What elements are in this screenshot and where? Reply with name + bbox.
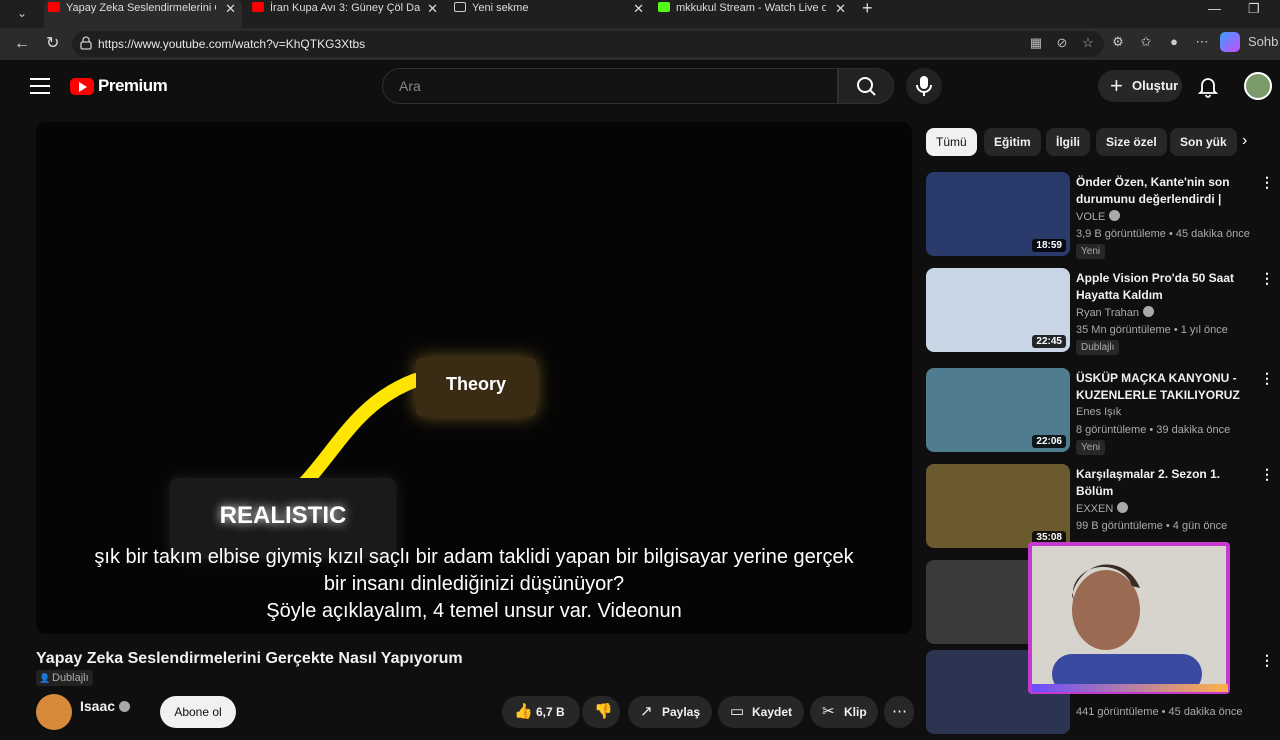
menu-icon[interactable]	[30, 78, 50, 94]
verified-icon	[1117, 502, 1129, 513]
scissors-icon: ✂	[822, 703, 835, 720]
url-field[interactable]: https://www.youtube.com/watch?v=KhQTKG3X…	[72, 31, 1104, 57]
verified-icon	[1142, 306, 1154, 317]
video-thumbnail[interactable]: 22:45	[926, 268, 1070, 352]
close-icon[interactable]: ✕	[225, 0, 236, 17]
save-button[interactable]: ▭ Kaydet	[718, 696, 804, 728]
create-button[interactable]: + Oluştur	[1098, 70, 1182, 102]
more-actions-button[interactable]: ⋯	[884, 696, 914, 728]
tab-list-chevron-icon[interactable]: ⌄	[10, 2, 34, 24]
chip-education[interactable]: Eğitim	[984, 128, 1041, 156]
video-player[interactable]: Theory REALISTIC şık bir takım elbise gi…	[36, 122, 912, 634]
youtube-icon	[48, 2, 60, 12]
tab-kick-stream[interactable]: mkkukul Stream - Watch Live on K ✕	[654, 0, 852, 28]
favorites-icon[interactable]: ✩	[1136, 32, 1156, 52]
new-tab-button[interactable]: +	[862, 0, 873, 17]
minimize-icon[interactable]: —	[1208, 0, 1221, 17]
webcam-bar	[1032, 684, 1228, 692]
plus-icon: +	[1110, 73, 1123, 98]
video-thumbnail[interactable]: 35:08	[926, 464, 1070, 548]
rec-channel[interactable]: EXXEN	[1076, 502, 1129, 515]
bookmark-icon: ▭	[730, 703, 745, 720]
lock-icon	[80, 36, 92, 50]
subtitles: şık bir takım elbise giymiş kızıl saçlı …	[94, 546, 854, 622]
channel-name[interactable]: Isaac	[80, 698, 131, 714]
more-vertical-icon[interactable]: ⋮	[1260, 174, 1274, 191]
share-icon: ↗	[640, 703, 653, 720]
copilot-label[interactable]: Sohb	[1248, 32, 1278, 52]
more-vertical-icon[interactable]: ⋮	[1260, 466, 1274, 483]
clip-button[interactable]: ✂ Klip	[810, 696, 878, 728]
dubbed-badge: Dublajlı	[1076, 340, 1120, 355]
streamer-silhouette	[1052, 564, 1202, 690]
tab-iran-kupa[interactable]: İran Kupa Avı 3: Güney Çöl Dağ Ke ✕	[248, 0, 444, 28]
tab-new-tab[interactable]: Yeni sekme ✕	[450, 0, 650, 28]
new-badge: Yeni	[1076, 244, 1106, 259]
recommendation-item[interactable]: 35:08 Karşılaşmalar 2. Sezon 1. Bölüm EX…	[926, 464, 1280, 554]
youtube-logo[interactable]: Premium	[70, 76, 168, 96]
filter-chips: Tümü Eğitim İlgili Size özel Son yük	[926, 128, 1256, 158]
verified-icon	[1109, 210, 1121, 221]
rec-channel[interactable]: Ryan Trahan	[1076, 306, 1154, 319]
close-icon[interactable]: ✕	[633, 0, 644, 17]
copilot-icon[interactable]	[1220, 32, 1240, 52]
thumbs-down-icon: 👎	[594, 703, 613, 720]
account-avatar[interactable]	[1244, 72, 1272, 100]
extension-icon[interactable]: ⚙	[1108, 32, 1128, 52]
channel-avatar[interactable]	[36, 694, 72, 730]
dubbed-badge: Dublajlı	[36, 670, 93, 686]
like-button[interactable]: 👍 6,7 B	[502, 696, 580, 728]
voice-search-button[interactable]	[906, 68, 942, 104]
browser-tab-strip: ⌄ Yapay Zeka Seslendirmelerini Gerç ✕ İr…	[0, 0, 1280, 28]
video-thumbnail[interactable]: 22:06	[926, 368, 1070, 452]
theory-node: Theory	[416, 358, 536, 416]
more-vertical-icon[interactable]: ⋮	[1260, 652, 1274, 669]
more-vertical-icon[interactable]: ⋮	[1260, 270, 1274, 287]
video-title: Yapay Zeka Seslendirmelerini Gerçekte Na…	[36, 650, 463, 667]
more-vertical-icon[interactable]: ⋮	[1260, 370, 1274, 387]
new-badge: Yeni	[1076, 440, 1106, 455]
connector-curve	[296, 373, 423, 492]
chip-related[interactable]: İlgili	[1046, 128, 1090, 156]
favorite-star-icon[interactable]: ☆	[1080, 35, 1096, 51]
video-thumbnail[interactable]: 18:59	[926, 172, 1070, 256]
webcam-overlay	[1028, 542, 1230, 694]
recommendation-item[interactable]: 18:59 Önder Özen, Kante'nin son durumunu…	[926, 172, 1280, 262]
chevron-right-icon[interactable]: ›	[1242, 132, 1247, 150]
share-button[interactable]: ↗ Paylaş	[628, 696, 712, 728]
more-horizontal-icon: ⋯	[892, 703, 907, 720]
search-icon	[857, 77, 876, 96]
address-toolbar: ← ↻ https://www.youtube.com/watch?v=KhQT…	[0, 28, 1280, 60]
recommendation-item[interactable]: 22:45 Apple Vision Pro'da 50 Saat Hayatt…	[926, 268, 1280, 358]
subscribe-button[interactable]: Abone ol	[160, 696, 236, 728]
close-icon[interactable]: ✕	[835, 0, 846, 17]
recommendation-item[interactable]: 22:06 ÜSKÜP MAÇKA KANYONU - KUZENLERLE T…	[926, 368, 1280, 458]
thumbs-up-icon: 👍	[514, 703, 533, 720]
chip-all[interactable]: Tümü	[926, 128, 977, 156]
search-input[interactable]: Ara	[382, 68, 838, 104]
youtube-icon	[252, 2, 264, 12]
youtube-play-icon	[70, 77, 94, 95]
more-menu-icon[interactable]: ⋯	[1192, 32, 1212, 52]
microphone-icon	[916, 76, 932, 96]
kick-icon	[658, 2, 670, 12]
youtube-page: Premium Ara + Oluştur Theory REALISTIC ş…	[8, 60, 1280, 734]
profile-icon[interactable]: ●	[1164, 32, 1184, 52]
notifications-bell-icon[interactable]	[1198, 76, 1218, 98]
restore-icon[interactable]: ❐	[1248, 0, 1260, 17]
back-arrow-icon[interactable]: ←	[14, 32, 30, 56]
dislike-button[interactable]: 👎	[582, 696, 620, 728]
chip-recently-uploaded[interactable]: Son yük	[1170, 128, 1237, 156]
verified-icon	[119, 701, 131, 712]
close-icon[interactable]: ✕	[427, 0, 438, 17]
chip-for-you[interactable]: Size özel	[1096, 128, 1167, 156]
reload-icon[interactable]: ↻	[46, 32, 59, 56]
new-tab-icon	[454, 2, 466, 12]
rec-channel[interactable]: VOLE	[1076, 210, 1121, 223]
tab-youtube-video[interactable]: Yapay Zeka Seslendirmelerini Gerç ✕	[44, 0, 242, 28]
app-grid-icon[interactable]: ▦	[1028, 35, 1044, 51]
tracking-block-icon[interactable]: ⊘	[1054, 35, 1070, 51]
search-button[interactable]	[838, 68, 894, 104]
